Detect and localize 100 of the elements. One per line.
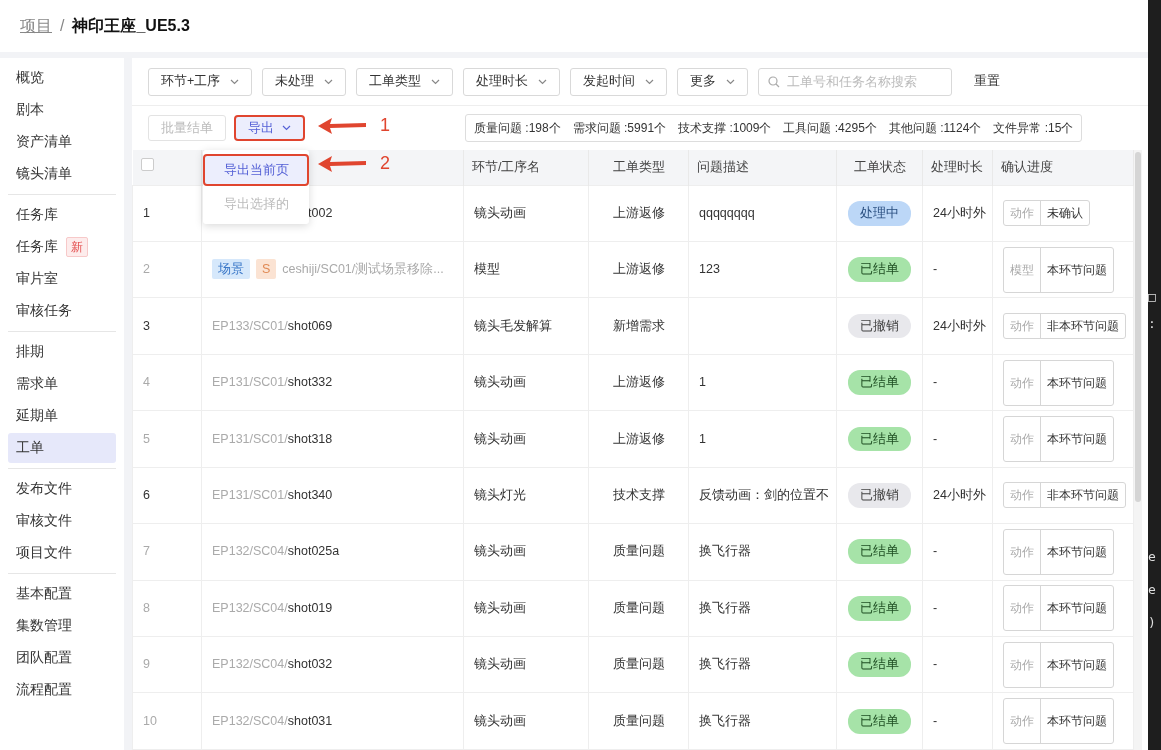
- row-number: 9: [132, 636, 202, 693]
- table-cell: 换飞行器: [699, 600, 751, 615]
- confirm-progress-control[interactable]: 动作 本环节问题: [1003, 415, 1114, 462]
- sidebar-item[interactable]: 团队配置: [8, 643, 116, 673]
- filter-dropdown[interactable]: 未处理: [262, 67, 347, 96]
- terminal-text: □: [1148, 290, 1157, 303]
- table-cell: 镜头动画: [463, 523, 589, 581]
- shot-name: shot340: [287, 488, 333, 503]
- column-header: 环节/工序名: [463, 150, 589, 185]
- table-cell: 1: [699, 431, 706, 446]
- table-cell: qqqqqqqq: [699, 205, 755, 220]
- caret-icon: [538, 78, 548, 85]
- confirm-progress-control[interactable]: 动作 未确认: [1003, 200, 1090, 227]
- table-cell: 24小时外: [922, 185, 993, 242]
- filter-dropdown[interactable]: 发起时间: [570, 67, 668, 96]
- shot-name: shot025a: [287, 544, 340, 559]
- row-number: 1: [132, 185, 202, 242]
- status-pill: 已结单: [848, 257, 911, 283]
- asset-path: ceshiji/SC01/测试场景移除...: [282, 262, 444, 277]
- stat-count: 需求问题 :5991个: [572, 120, 667, 137]
- row-number: 8: [132, 580, 202, 637]
- sidebar-item[interactable]: 任务库: [16, 236, 58, 258]
- confirm-progress-control[interactable]: 动作 非本环节问题: [1003, 313, 1126, 340]
- table-cell: 镜头动画: [463, 636, 589, 693]
- sidebar-item[interactable]: 需求单: [8, 369, 116, 399]
- sidebar-item[interactable]: 资产清单: [8, 127, 116, 157]
- table-cell: 24小时外: [922, 467, 993, 524]
- stat-count: 质量问题 :198个: [474, 120, 561, 137]
- path-prefix: EP132/SC04/: [212, 713, 288, 728]
- table-cell: 质量问题: [588, 580, 689, 637]
- sidebar-item[interactable]: 任务库: [8, 200, 116, 230]
- sidebar-item[interactable]: 镜头清单: [8, 159, 116, 189]
- column-header: 工单类型: [588, 150, 689, 185]
- sidebar-item[interactable]: 流程配置: [8, 675, 116, 705]
- confirm-progress-control[interactable]: 动作 本环节问题: [1003, 585, 1114, 632]
- row-number: 3: [132, 297, 202, 355]
- table-cell: 24小时外: [922, 297, 993, 355]
- caret-icon: [230, 78, 240, 85]
- sidebar-item[interactable]: 基本配置: [8, 579, 116, 609]
- path-prefix: EP132/SC04/: [212, 600, 288, 615]
- table-cell: 镜头动画: [463, 185, 589, 242]
- filter-dropdown[interactable]: 处理时长: [463, 67, 561, 96]
- table-cell: -: [922, 580, 993, 637]
- table-cell: 质量问题: [588, 636, 689, 693]
- table-cell: -: [922, 354, 993, 411]
- filter-dropdown[interactable]: 环节+工序: [148, 67, 253, 96]
- confirm-progress-control[interactable]: 动作 本环节问题: [1003, 528, 1114, 575]
- confirm-progress-control[interactable]: 模型 本环节问题: [1003, 246, 1114, 293]
- table-cell: -: [922, 636, 993, 693]
- sidebar-item[interactable]: 集数管理: [8, 611, 116, 641]
- annotation-label: 2: [380, 152, 390, 175]
- scrollbar-thumb[interactable]: [1135, 152, 1141, 502]
- filter-dropdown[interactable]: 更多: [677, 67, 749, 96]
- confirm-progress-control[interactable]: 动作 本环节问题: [1003, 359, 1114, 406]
- table-cell: 上游返修: [588, 185, 689, 242]
- annotation-label: 1: [380, 114, 390, 137]
- row-number: 10: [132, 692, 202, 750]
- sidebar-item[interactable]: 剧本: [8, 95, 116, 125]
- sidebar-item[interactable]: 延期单: [8, 401, 116, 431]
- table-cell: 质量问题: [588, 692, 689, 750]
- shot-name: shot332: [287, 375, 333, 390]
- sidebar-item[interactable]: 项目文件: [8, 538, 116, 568]
- path-prefix: EP133/SC01/: [212, 318, 288, 333]
- search-field[interactable]: 工单号和任务名称搜索: [758, 67, 953, 96]
- caret-icon: [431, 78, 441, 85]
- sidebar-item[interactable]: 概览: [8, 63, 116, 93]
- select-all-checkbox[interactable]: [140, 157, 154, 171]
- stat-count: 技术支撑 :1009个: [678, 120, 772, 137]
- table-cell: 镜头灯光: [463, 467, 589, 524]
- row-number: 2: [132, 241, 202, 298]
- caret-icon: [282, 125, 291, 131]
- status-pill: 处理中: [848, 200, 911, 226]
- new-badge: 新: [66, 237, 88, 257]
- menu-item[interactable]: 导出当前页: [203, 154, 309, 186]
- confirm-progress-control[interactable]: 动作 非本环节问题: [1003, 482, 1126, 509]
- status-pill: 已结单: [848, 426, 911, 452]
- breadcrumb-link[interactable]: 项目: [20, 14, 52, 38]
- confirm-progress-control[interactable]: 动作 本环节问题: [1003, 698, 1114, 745]
- row-number: 5: [132, 410, 202, 468]
- caret-icon: [726, 78, 736, 85]
- table-cell: 换飞行器: [699, 713, 751, 728]
- status-pill: 已结单: [848, 652, 911, 678]
- sidebar-item[interactable]: 发布文件: [8, 474, 116, 504]
- status-pill: 已撤销: [848, 483, 911, 508]
- sidebar-item[interactable]: 审片室: [8, 264, 116, 294]
- sidebar-item[interactable]: 审核任务: [8, 296, 116, 326]
- sidebar-item[interactable]: 审核文件: [8, 506, 116, 536]
- row-number: 6: [132, 467, 202, 524]
- tag: 场景: [212, 259, 250, 280]
- confirm-progress-control[interactable]: 动作 本环节问题: [1003, 641, 1114, 688]
- export-button[interactable]: 导出: [234, 115, 305, 141]
- caret-icon: [645, 78, 655, 85]
- reset-link[interactable]: 重置: [974, 72, 1001, 91]
- table-cell: 1: [699, 375, 706, 390]
- sidebar-item[interactable]: 工单: [8, 433, 116, 463]
- filter-dropdown[interactable]: 工单类型: [356, 67, 454, 96]
- table-cell: 镜头动画: [463, 354, 589, 411]
- stat-count: 工具问题 :4295个: [783, 120, 877, 137]
- sidebar-item[interactable]: 排期: [8, 337, 116, 367]
- stat-count: 文件异常 :15个: [993, 120, 1074, 137]
